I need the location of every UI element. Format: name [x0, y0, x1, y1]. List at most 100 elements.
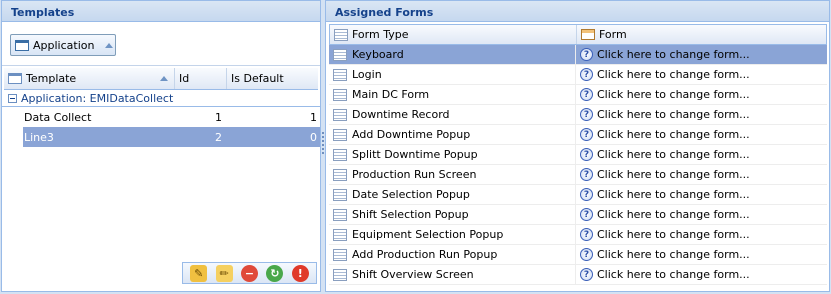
form-type-name: Equipment Selection Popup: [352, 228, 504, 241]
table-row[interactable]: Add Production Run Popup ? Click here to …: [329, 245, 827, 265]
window-icon: [15, 39, 29, 51]
grid-icon: [333, 248, 347, 261]
column-form-label: Form: [599, 28, 627, 41]
form-type-name: Shift Selection Popup: [352, 208, 469, 221]
change-form-link[interactable]: Click here to change form...: [597, 68, 750, 81]
change-form-link[interactable]: Click here to change form...: [597, 148, 750, 161]
templates-panel: Templates Application Template Id Is Def…: [1, 0, 321, 292]
templates-grid-header: Template Id Is Default: [4, 68, 318, 90]
template-name: Data Collect: [24, 110, 92, 124]
change-form-link[interactable]: Click here to change form...: [597, 128, 750, 141]
grid-icon: [333, 128, 347, 141]
table-row[interactable]: Keyboard ? Click here to change form...: [329, 45, 827, 65]
column-icon: [8, 73, 22, 84]
change-form-link[interactable]: Click here to change form...: [597, 268, 750, 281]
form-type-name: Shift Overview Screen: [352, 268, 474, 281]
table-row[interactable]: Main DC Form ? Click here to change form.…: [329, 85, 827, 105]
help-icon: ?: [580, 208, 593, 221]
templates-toolbar: Application: [2, 22, 320, 66]
form-type-name: Splitt Downtime Popup: [352, 148, 478, 161]
column-form-type[interactable]: Form Type: [330, 25, 577, 44]
application-dropdown-button[interactable]: Application: [10, 34, 116, 56]
table-row[interactable]: Data Collect 1 1: [2, 107, 320, 127]
group-row-application[interactable]: Application: EMIDataCollect: [2, 90, 320, 107]
form-type-name: Add Production Run Popup: [352, 248, 498, 261]
change-form-link[interactable]: Click here to change form...: [597, 248, 750, 261]
change-form-link[interactable]: Click here to change form...: [597, 48, 750, 61]
grid-icon: [333, 88, 347, 101]
collapse-icon[interactable]: [8, 93, 17, 103]
form-type-name: Downtime Record: [352, 108, 450, 121]
form-type-name: Date Selection Popup: [352, 188, 470, 201]
application-button-label: Application: [33, 38, 95, 52]
sort-asc-icon: [160, 76, 168, 81]
edit-add-icon[interactable]: ✎: [190, 264, 208, 282]
change-form-link[interactable]: Click here to change form...: [597, 168, 750, 181]
grid-icon: [334, 28, 348, 41]
help-icon: ?: [580, 148, 593, 161]
form-type-name: Login: [352, 68, 382, 81]
refresh-icon[interactable]: ↻: [266, 264, 284, 282]
grid-icon: [333, 208, 347, 221]
pencil-icon[interactable]: ✏: [215, 264, 233, 282]
grid-icon: [333, 228, 347, 241]
table-row[interactable]: Login ? Click here to change form...: [329, 65, 827, 85]
grid-icon: [333, 108, 347, 121]
help-icon: ?: [580, 108, 593, 121]
table-row[interactable]: Equipment Selection Popup ? Click here to…: [329, 225, 827, 245]
grid-icon: [333, 268, 347, 281]
form-type-name: Production Run Screen: [352, 168, 477, 181]
templates-bottom-toolbar: ✎ ✏ − ↻ !: [182, 262, 317, 284]
column-form-type-label: Form Type: [352, 28, 409, 41]
form-icon: [581, 29, 595, 40]
change-form-link[interactable]: Click here to change form...: [597, 208, 750, 221]
grid-icon: [333, 168, 347, 181]
help-icon: ?: [580, 248, 593, 261]
template-is-default: 1: [310, 110, 317, 124]
table-row[interactable]: Shift Overview Screen ? Click here to cha…: [329, 265, 827, 285]
change-form-link[interactable]: Click here to change form...: [597, 188, 750, 201]
table-row[interactable]: Add Downtime Popup ? Click here to change…: [329, 125, 827, 145]
change-form-link[interactable]: Click here to change form...: [597, 88, 750, 101]
help-icon: ?: [580, 188, 593, 201]
column-is-default[interactable]: Is Default: [227, 68, 317, 89]
table-row[interactable]: Line3 2 0: [2, 127, 320, 147]
form-type-name: Add Downtime Popup: [352, 128, 471, 141]
form-type-name: Keyboard: [352, 48, 404, 61]
alert-icon[interactable]: !: [291, 264, 309, 282]
group-label: Application: EMIDataCollect: [21, 91, 174, 105]
column-template[interactable]: Template: [4, 68, 175, 89]
table-row[interactable]: Production Run Screen ? Click here to cha…: [329, 165, 827, 185]
column-is-default-label: Is Default: [231, 72, 284, 85]
templates-panel-title: Templates: [2, 1, 320, 22]
template-id: 2: [215, 130, 222, 144]
column-template-label: Template: [26, 72, 77, 85]
grid-icon: [333, 148, 347, 161]
table-row[interactable]: Downtime Record ? Click here to change fo…: [329, 105, 827, 125]
assigned-forms-panel-title: Assigned Forms: [326, 1, 829, 22]
template-name: Line3: [24, 130, 54, 144]
template-id: 1: [215, 110, 222, 124]
column-id-label: Id: [179, 72, 190, 85]
form-type-name: Main DC Form: [352, 88, 430, 101]
assigned-forms-panel: Assigned Forms Form Type Form Keyboard ?…: [325, 0, 830, 292]
help-icon: ?: [580, 128, 593, 141]
column-form[interactable]: Form: [577, 25, 826, 44]
help-icon: ?: [580, 68, 593, 81]
template-is-default: 0: [310, 130, 317, 144]
change-form-link[interactable]: Click here to change form...: [597, 108, 750, 121]
column-id[interactable]: Id: [175, 68, 227, 89]
caret-up-icon: [105, 42, 114, 48]
table-row[interactable]: Date Selection Popup ? Click here to chan…: [329, 185, 827, 205]
forms-grid-body: Keyboard ? Click here to change form... L…: [326, 45, 829, 285]
help-icon: ?: [580, 88, 593, 101]
remove-icon[interactable]: −: [240, 264, 258, 282]
table-row[interactable]: Shift Selection Popup ? Click here to cha…: [329, 205, 827, 225]
change-form-link[interactable]: Click here to change form...: [597, 228, 750, 241]
grid-icon: [333, 68, 347, 81]
help-icon: ?: [580, 168, 593, 181]
table-row[interactable]: Splitt Downtime Popup ? Click here to cha…: [329, 145, 827, 165]
help-icon: ?: [580, 268, 593, 281]
grid-icon: [333, 188, 347, 201]
help-icon: ?: [580, 228, 593, 241]
